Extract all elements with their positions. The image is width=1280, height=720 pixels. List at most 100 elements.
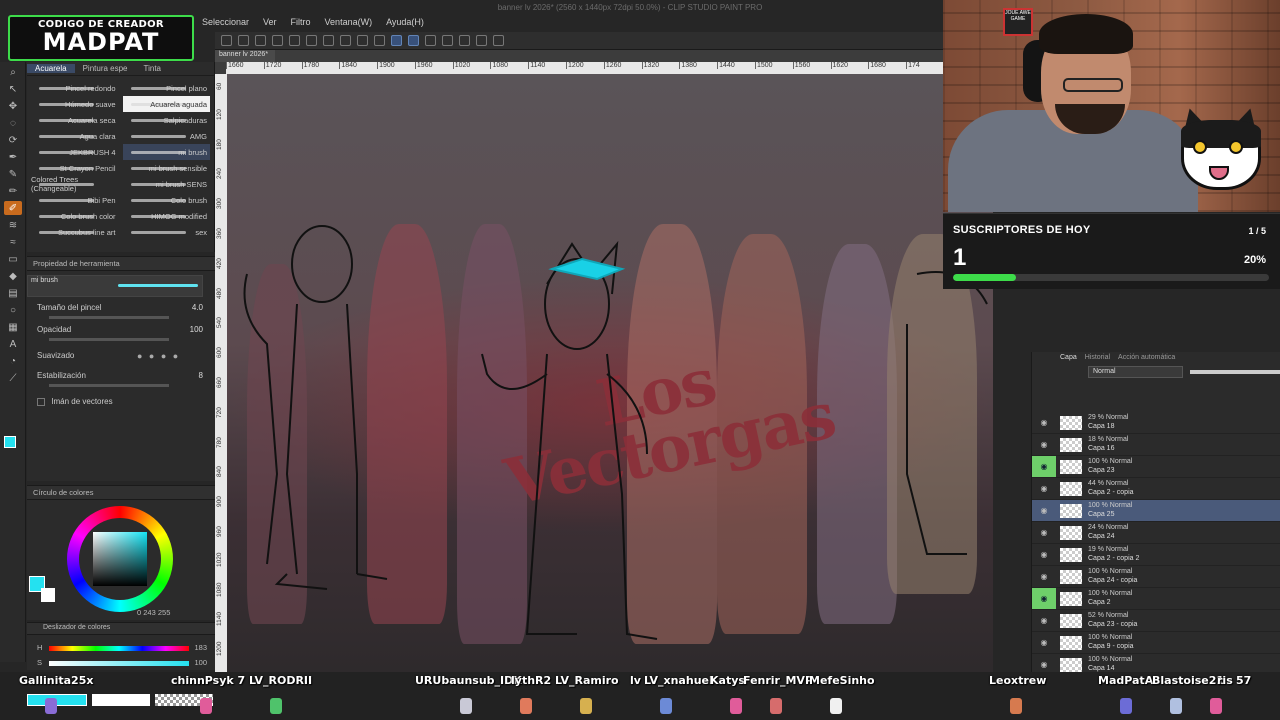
- brush-item[interactable]: Agua clara: [31, 128, 119, 144]
- transform-icon[interactable]: [442, 35, 453, 46]
- fill-tool-icon[interactable]: ◆: [4, 269, 22, 283]
- brush-item[interactable]: mi brush: [122, 144, 210, 160]
- brush-item[interactable]: Bibi Pen: [31, 192, 119, 208]
- snap-special-ruler-icon[interactable]: [408, 35, 419, 46]
- deselect-icon[interactable]: [459, 35, 470, 46]
- crop-icon[interactable]: [340, 35, 351, 46]
- brush-item[interactable]: Pincel plano: [123, 80, 211, 96]
- stabilization-row[interactable]: Estabilización 8: [37, 371, 207, 389]
- selection-tool-icon[interactable]: ◌: [4, 116, 22, 130]
- clear-icon[interactable]: [357, 35, 368, 46]
- hue-slider[interactable]: [49, 646, 189, 651]
- zoom-tool-icon[interactable]: ⌕: [4, 65, 22, 79]
- pencil-tool-icon[interactable]: ✏: [4, 184, 22, 198]
- lasso-tool-icon[interactable]: ⟳: [4, 133, 22, 147]
- line-correction-tool-icon[interactable]: ⟋: [4, 371, 22, 385]
- open-file-icon[interactable]: [238, 35, 249, 46]
- stabilization-value[interactable]: 8: [199, 371, 203, 380]
- gradient-tool-icon[interactable]: ▤: [4, 286, 22, 300]
- artboard[interactable]: Los Vectorgas: [227, 74, 993, 672]
- tab-historial[interactable]: Historial: [1085, 354, 1110, 365]
- frame-tool-icon[interactable]: ▦: [4, 320, 22, 334]
- saturation-slider-row[interactable]: S 100: [37, 658, 207, 668]
- layer-row[interactable]: ◉ 44 % Normal Capa 2 - copia: [1032, 478, 1280, 500]
- opacity-row[interactable]: Opacidad 100: [37, 325, 207, 343]
- layer-row[interactable]: ◉ 100 % Normal Capa 24 - copia: [1032, 566, 1280, 588]
- brush-item[interactable]: Húmedo suave: [31, 96, 119, 112]
- brush-item[interactable]: HIMOG modified: [123, 208, 211, 224]
- snap-grid-icon[interactable]: [425, 35, 436, 46]
- layer-row[interactable]: ◉ 19 % Normal Capa 2 - copia 2: [1032, 544, 1280, 566]
- save-icon[interactable]: [255, 35, 266, 46]
- text-tool-icon[interactable]: A: [4, 337, 22, 351]
- canvas-tab[interactable]: banner lv 2026*: [215, 50, 275, 62]
- eye-icon[interactable]: ◉: [1032, 500, 1056, 521]
- eye-icon[interactable]: ◉: [1032, 588, 1056, 609]
- brush-item[interactable]: Salpicaduras: [123, 112, 211, 128]
- menu-ver[interactable]: Ver: [256, 16, 284, 31]
- zoom-fit-icon[interactable]: [493, 35, 504, 46]
- invert-selection-icon[interactable]: [476, 35, 487, 46]
- vector-magnet-checkbox[interactable]: [37, 397, 45, 406]
- blend-mode-select[interactable]: Normal: [1088, 366, 1183, 378]
- eyedropper-tool-icon[interactable]: ✒: [4, 150, 22, 164]
- layer-opacity-slider[interactable]: [1190, 370, 1280, 374]
- eraser-tool-icon[interactable]: ▭: [4, 252, 22, 266]
- tab-tinta[interactable]: Tinta: [136, 64, 170, 73]
- brush-item[interactable]: Acuarela aguada: [122, 96, 210, 112]
- operation-tool-icon[interactable]: ↖: [4, 82, 22, 96]
- stabilization-slider[interactable]: [49, 384, 169, 387]
- color-history-white[interactable]: [92, 694, 150, 706]
- settings-icon[interactable]: [323, 35, 334, 46]
- figure-tool-icon[interactable]: ○: [4, 303, 22, 317]
- eye-icon[interactable]: ◉: [1032, 412, 1056, 433]
- fill-icon[interactable]: [374, 35, 385, 46]
- tab-acuarela[interactable]: Acuarela: [27, 64, 75, 73]
- tab-accion-automatica[interactable]: Acción automática: [1118, 354, 1175, 365]
- pen-tool-icon[interactable]: ✎: [4, 167, 22, 181]
- hue-value[interactable]: 183: [194, 643, 207, 652]
- brush-size-value[interactable]: 4.0: [192, 303, 203, 312]
- brush-item[interactable]: AMG: [123, 128, 211, 144]
- layer-row[interactable]: ◉ 18 % Normal Capa 16: [1032, 434, 1280, 456]
- hue-wheel[interactable]: [67, 506, 173, 612]
- brush-item[interactable]: Pincel redondo: [31, 80, 119, 96]
- brush-item[interactable]: Colored Trees (Changeable): [31, 175, 119, 193]
- redo-icon[interactable]: [306, 35, 317, 46]
- background-color[interactable]: [41, 588, 55, 602]
- eye-icon[interactable]: ◉: [1032, 610, 1056, 631]
- new-file-icon[interactable]: [221, 35, 232, 46]
- brush-size-row[interactable]: Tamaño del pincel 4.0: [37, 303, 207, 321]
- layer-row[interactable]: ◉ 52 % Normal Capa 23 - copia: [1032, 610, 1280, 632]
- eye-icon[interactable]: ◉: [1032, 522, 1056, 543]
- menu-filtro[interactable]: Filtro: [284, 16, 318, 31]
- snap-ruler-icon[interactable]: [391, 35, 402, 46]
- hue-slider-row[interactable]: H 183: [37, 643, 207, 653]
- tab-capa[interactable]: Capa: [1060, 354, 1077, 365]
- menu-seleccionar[interactable]: Seleccionar: [195, 16, 256, 31]
- eye-icon[interactable]: ◉: [1032, 456, 1056, 477]
- saturation-value[interactable]: 100: [194, 658, 207, 667]
- opacity-value[interactable]: 100: [190, 325, 203, 334]
- layer-row[interactable]: ◉ 100 % Normal Capa 23: [1032, 456, 1280, 478]
- menu-ventana[interactable]: Ventana(W): [318, 16, 380, 31]
- color-history-cyan[interactable]: [27, 694, 87, 706]
- eye-icon[interactable]: ◉: [1032, 544, 1056, 565]
- menu-ayuda[interactable]: Ayuda(H): [379, 16, 431, 31]
- brush-size-slider[interactable]: [49, 316, 169, 319]
- brush-item[interactable]: Acuarela seca: [31, 112, 119, 128]
- layer-row[interactable]: ◉ 100 % Normal Capa 2: [1032, 588, 1280, 610]
- layer-row[interactable]: ◉ 24 % Normal Capa 24: [1032, 522, 1280, 544]
- smoothing-options[interactable]: ● ● ● ●: [137, 351, 180, 361]
- blend-tool-icon[interactable]: ≈: [4, 235, 22, 249]
- tab-pintura-especial[interactable]: Pintura espe: [75, 64, 136, 73]
- layer-row[interactable]: ◉ 100 % Normal Capa 9 - copia: [1032, 632, 1280, 654]
- undo-icon[interactable]: [289, 35, 300, 46]
- balloon-tool-icon[interactable]: ◔: [4, 354, 22, 368]
- brush-item[interactable]: Colo brush color: [31, 208, 119, 224]
- eye-icon[interactable]: ◉: [1032, 632, 1056, 653]
- brush-item[interactable]: mi brush sensible: [123, 160, 211, 176]
- layer-row[interactable]: ◉ 29 % Normal Capa 18: [1032, 412, 1280, 434]
- brush-item[interactable]: sex: [123, 224, 211, 240]
- brush-item[interactable]: mi brush SENS: [123, 176, 211, 192]
